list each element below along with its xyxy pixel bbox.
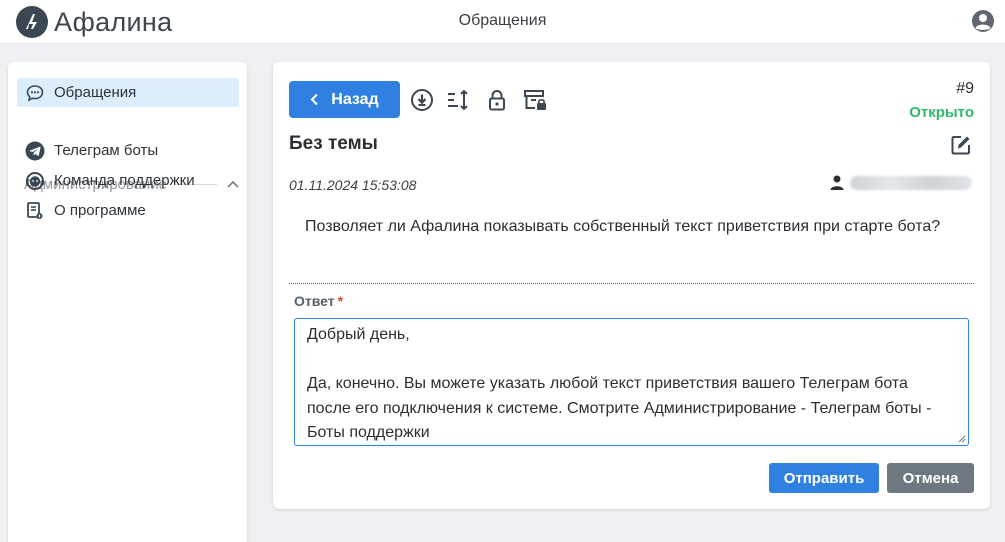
back-button-label: Назад — [331, 90, 379, 108]
cancel-button[interactable]: Отмена — [887, 463, 974, 493]
answer-textarea[interactable]: Добрый день, Да, конечно. Вы можете указ… — [294, 318, 969, 446]
answer-text: Добрый день, Да, конечно. Вы можете указ… — [307, 326, 932, 441]
page-title: Обращения — [458, 12, 547, 29]
status-badge: Открыто — [909, 104, 974, 121]
edit-icon[interactable] — [950, 134, 972, 156]
lock-icon[interactable] — [485, 88, 509, 112]
resize-handle-icon[interactable] — [958, 435, 966, 443]
sort-icon[interactable] — [446, 88, 470, 112]
about-program-icon — [25, 201, 45, 221]
user-account-icon[interactable] — [971, 9, 995, 33]
sidebar-item-label: Команда поддержки — [54, 172, 195, 189]
answer-label: Ответ * — [294, 293, 343, 309]
sidebar-item-label: Телеграм боты — [54, 142, 159, 159]
answer-label-text: Ответ — [294, 293, 335, 309]
sidebar-item-telegram-bots[interactable]: Телеграм боты — [17, 136, 239, 165]
ticket-subject: Без темы — [289, 133, 378, 154]
ticket-question: Позволяет ли Афалина показывать собствен… — [305, 218, 941, 235]
ticket-number: #9 — [956, 80, 974, 97]
ticket-author — [830, 175, 972, 190]
chat-icon — [25, 83, 45, 103]
archive-lock-icon[interactable] — [523, 88, 547, 112]
ticket-card: Назад #9 Открыто Без темы 01.11.2024 15:… — [273, 62, 990, 509]
sidebar-item-label: О программе — [54, 202, 146, 219]
author-name-redacted — [850, 175, 972, 190]
ticket-date: 01.11.2024 15:53:08 — [289, 177, 417, 193]
send-button[interactable]: Отправить — [769, 463, 879, 493]
support-team-icon — [25, 171, 45, 191]
sidebar: Обращения Администрирование Телеграм бот… — [8, 62, 247, 542]
back-button[interactable]: Назад — [289, 81, 400, 118]
sidebar-item-about[interactable]: О программе — [17, 196, 239, 225]
chevron-left-icon — [310, 93, 318, 106]
telegram-icon — [25, 141, 45, 161]
sidebar-item-tickets[interactable]: Обращения — [17, 78, 239, 107]
download-icon[interactable] — [410, 88, 434, 112]
sidebar-item-label: Обращения — [54, 84, 137, 101]
required-mark: * — [337, 293, 344, 309]
divider — [289, 283, 974, 284]
person-icon — [830, 175, 844, 190]
sidebar-item-support-team[interactable]: Команда поддержки — [17, 166, 239, 195]
top-bar: Афалина Обращения — [0, 0, 1005, 44]
